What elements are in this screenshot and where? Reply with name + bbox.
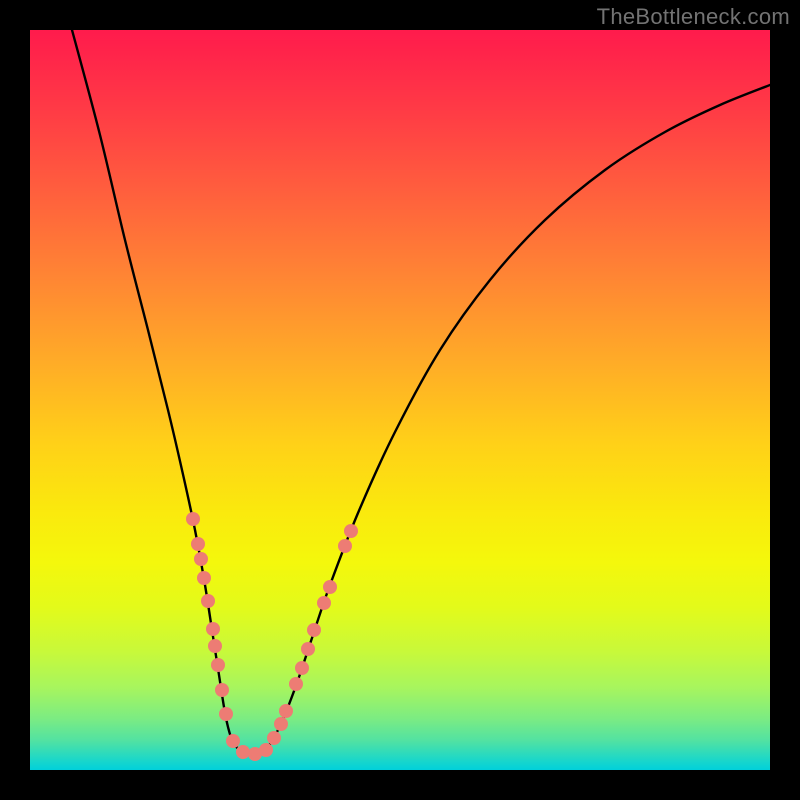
data-marker [215, 683, 229, 697]
watermark-text: TheBottleneck.com [597, 4, 790, 30]
data-marker [295, 661, 309, 675]
data-marker [317, 596, 331, 610]
data-marker [201, 594, 215, 608]
data-marker [259, 743, 273, 757]
bottleneck-curve [72, 30, 770, 755]
data-marker [197, 571, 211, 585]
data-marker [279, 704, 293, 718]
data-marker [236, 745, 250, 759]
data-marker [208, 639, 222, 653]
data-marker [307, 623, 321, 637]
data-marker [338, 539, 352, 553]
curve-svg [30, 30, 770, 770]
data-marker [274, 717, 288, 731]
data-marker [226, 734, 240, 748]
data-marker [186, 512, 200, 526]
data-marker [344, 524, 358, 538]
data-marker [219, 707, 233, 721]
data-marker [211, 658, 225, 672]
chart-frame: TheBottleneck.com [0, 0, 800, 800]
data-marker [289, 677, 303, 691]
data-marker [191, 537, 205, 551]
data-marker [267, 731, 281, 745]
plot-area [30, 30, 770, 770]
data-marker [194, 552, 208, 566]
data-marker [206, 622, 220, 636]
data-marker [301, 642, 315, 656]
data-marker [323, 580, 337, 594]
